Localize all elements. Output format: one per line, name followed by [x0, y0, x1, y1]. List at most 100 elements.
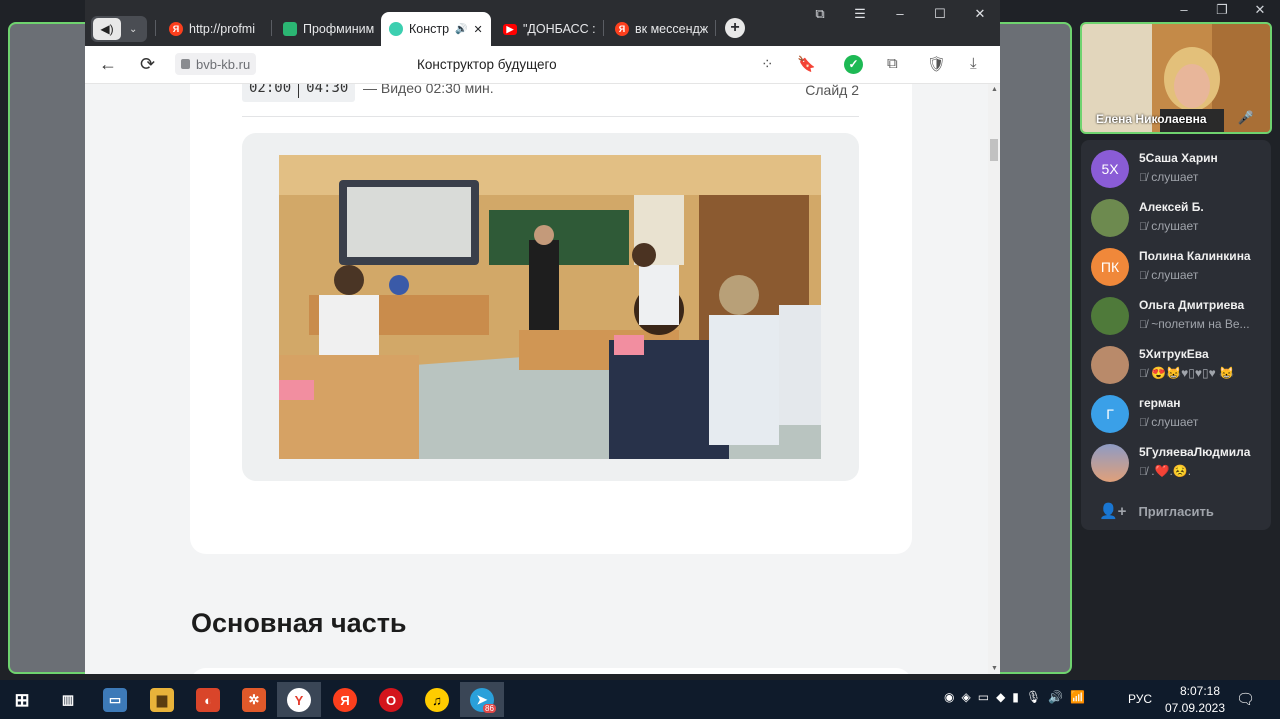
video-note: — Видео 02:30 мин.	[363, 84, 494, 96]
avatar	[1091, 199, 1129, 237]
yandex-icon: Я	[169, 22, 183, 36]
url-text: bvb-kb.ru	[196, 56, 251, 72]
status-text: слушает	[1151, 219, 1199, 233]
language-indicator[interactable]: РУС	[1128, 692, 1152, 706]
browser-window-controls: ⧉ ☰ – ☐ ✕	[800, 6, 1000, 22]
status-text: 😍😸♥▯♥▯♥ 😸	[1151, 366, 1234, 380]
scroll-up-icon[interactable]: ▲	[991, 86, 998, 93]
clock-date[interactable]: 07.09.2023	[1160, 701, 1230, 715]
notification-icon[interactable]: 🗨	[1236, 690, 1255, 708]
yandex-browser-icon[interactable]: Y	[287, 688, 311, 712]
yandex-icon: Я	[615, 22, 629, 36]
scrollbar[interactable]: ▲ ▼	[988, 84, 1000, 674]
tab-vk[interactable]: Я вк мессендж	[607, 12, 711, 46]
download-icon[interactable]: ⤓	[970, 55, 977, 72]
new-tab-button[interactable]: +	[725, 18, 745, 38]
clock-time[interactable]: 8:07:18	[1170, 684, 1230, 698]
tab-profminimum[interactable]: Профминим	[275, 12, 379, 46]
participants-panel: 5Х 5Саша Харин 🎙̸ слушает Алексей Б. 🎙̸ сл…	[1081, 140, 1271, 530]
scroll-down-icon[interactable]: ▼	[991, 665, 998, 672]
avatar	[1091, 297, 1129, 335]
avatar	[1091, 444, 1129, 482]
maximize-icon[interactable]: ☐	[920, 6, 960, 22]
tab-separator	[155, 20, 156, 36]
muted-mic-icon: 🎙̸	[1139, 221, 1148, 233]
copy-icon[interactable]: ⧉	[887, 55, 898, 72]
network-app-icon[interactable]: ◈	[961, 690, 970, 704]
scroll-thumb[interactable]	[990, 139, 998, 161]
yandex-icon[interactable]: Я	[333, 688, 357, 712]
monitor-tray-icon[interactable]: ▭	[978, 690, 989, 704]
volume-icon[interactable]: 🔊	[1048, 690, 1063, 704]
task-view-icon[interactable]: ▥	[56, 688, 80, 712]
invite-button[interactable]: 👤+ Пригласить	[1099, 502, 1214, 520]
battery-icon[interactable]: ▮	[1012, 690, 1019, 704]
menu-icon[interactable]: ☰	[840, 6, 880, 22]
participant-name: герман	[1139, 396, 1181, 410]
back-icon[interactable]: ←	[99, 54, 117, 75]
tab-separator	[715, 20, 716, 36]
monitor-app-icon[interactable]: ▭	[103, 688, 127, 712]
speaker-icon: ◀)	[93, 18, 121, 40]
tab-profmin[interactable]: Я http://profmi	[161, 12, 265, 46]
yandex-music-icon[interactable]: ♫	[425, 688, 449, 712]
participant-status: 🎙̸ .❤️.😣.	[1139, 464, 1269, 478]
participant-item[interactable]: 5ГуляеваЛюдмила 🎙̸ .❤️.😣.	[1091, 442, 1267, 486]
collections-icon[interactable]: ⧉	[800, 6, 840, 22]
chevron-down-icon: ⌄	[129, 23, 138, 35]
tab-label: "ДОНБАСС :	[523, 22, 596, 36]
participant-item[interactable]: 5Х 5Саша Харин 🎙̸ слушает	[1091, 148, 1267, 192]
page-title: Конструктор будущего	[417, 57, 557, 72]
tab-donbass[interactable]: ▶ "ДОНБАСС :	[495, 12, 599, 46]
avatar: Г	[1091, 395, 1129, 433]
muted-mic-icon: 🎙̸	[1139, 466, 1148, 478]
microphone-icon[interactable]: 🎙	[1026, 690, 1041, 704]
close-icon[interactable]: ✕	[1252, 2, 1268, 18]
restore-icon[interactable]: ❐	[1214, 2, 1230, 18]
close-icon[interactable]: ✕	[960, 6, 1000, 22]
extensions-icon[interactable]: ⁘	[761, 55, 774, 73]
green-tray-icon[interactable]: ◆	[996, 690, 1005, 704]
url-field[interactable]: bvb-kb.ru	[175, 53, 257, 75]
tab-separator	[603, 20, 604, 36]
tab-audio-icon[interactable]: 🔊	[455, 24, 467, 35]
microphone-icon[interactable]: 🎤	[1238, 110, 1254, 126]
participant-status: 🎙̸ слушает	[1139, 415, 1269, 429]
check-icon[interactable]: ✓	[844, 55, 863, 74]
participant-name: 5Саша Харин	[1139, 151, 1218, 165]
app-icon[interactable]: ◐	[196, 688, 220, 712]
file-explorer-icon[interactable]: ▆	[150, 688, 174, 712]
participant-item[interactable]: Алексей Б. 🎙̸ слушает	[1091, 197, 1267, 241]
lock-icon	[181, 59, 190, 69]
muted-mic-icon: 🎙̸	[1139, 172, 1148, 184]
participant-status: 🎙̸ 😍😸♥▯♥▯♥ 😸	[1139, 366, 1269, 380]
gear-app-icon[interactable]: ✲	[242, 688, 266, 712]
shared-browser-window: ◀) ⌄ Я http://profmi Профминим Констр 🔊 …	[85, 0, 1000, 674]
slide-card: 02:00 04:30 — Видео 02:30 мин. Слайд 2	[190, 84, 912, 554]
tab-close-icon[interactable]: ✕	[474, 23, 483, 36]
invite-label: Пригласить	[1138, 504, 1214, 519]
shield-icon[interactable]: 🛡	[927, 55, 946, 73]
chrome-tray-icon[interactable]: ◉	[944, 690, 954, 704]
speaker-video-tile[interactable]: Елена Николаевна 🎤	[1080, 22, 1272, 134]
classroom-photo	[279, 155, 821, 459]
participant-item[interactable]: Г герман 🎙̸ слушает	[1091, 393, 1267, 437]
participant-item[interactable]: Ольга Дмитриева 🎙̸ ~полетим на Ве...	[1091, 295, 1267, 339]
timer-start: 02:00	[249, 84, 292, 96]
page-content: 02:00 04:30 — Видео 02:30 мин. Слайд 2 О…	[85, 84, 988, 674]
participant-name: 5ГуляеваЛюдмила	[1139, 445, 1251, 459]
participant-item[interactable]: 5ХитрукЕва 🎙̸ 😍😸♥▯♥▯♥ 😸	[1091, 344, 1267, 388]
wifi-icon[interactable]: 📶	[1070, 690, 1085, 704]
muted-mic-icon: 🎙̸	[1139, 270, 1148, 282]
status-text: ~полетим на Ве...	[1151, 317, 1250, 331]
bookmark-icon[interactable]: 🔖	[797, 55, 816, 73]
tab-konstruktor[interactable]: Констр 🔊 ✕	[381, 12, 491, 46]
reload-icon[interactable]: ⟳	[140, 54, 155, 75]
windows-start-icon[interactable]: ⊞	[10, 688, 34, 712]
minimize-icon[interactable]: –	[880, 6, 920, 22]
participant-name: Ольга Дмитриева	[1139, 298, 1245, 312]
participant-item[interactable]: ПК Полина Калинкина 🎙̸ слушает	[1091, 246, 1267, 290]
opera-icon[interactable]: O	[379, 688, 403, 712]
minimize-icon[interactable]: –	[1176, 2, 1192, 18]
tab-audio-button[interactable]: ◀) ⌄	[91, 16, 147, 42]
